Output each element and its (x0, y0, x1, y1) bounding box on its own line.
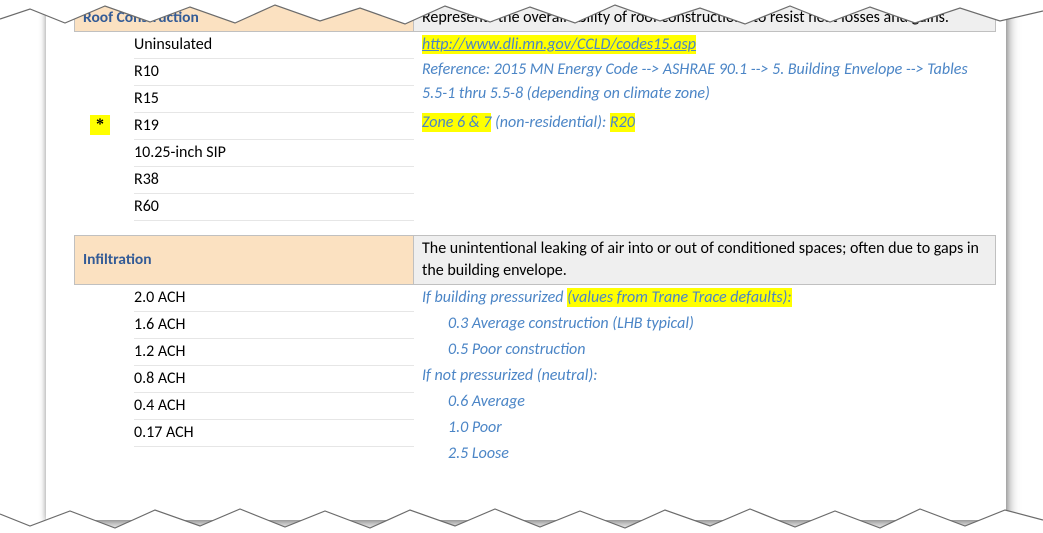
roof-note-reference: Reference: 2015 MN Energy Code --> ASHRA… (422, 58, 988, 106)
infiltration-option: 1.6 ACH (134, 312, 414, 339)
infiltration-note-avg2: 0.6 Average (422, 389, 988, 415)
infiltration-section-header: Infiltration The unintentional leaking o… (74, 235, 996, 285)
infiltration-body: 2.0 ACH 1.6 ACH 1.2 ACH 0.8 ACH 0.4 ACH … (74, 285, 996, 467)
page: Roof Construction Represents the overall… (0, 0, 1043, 533)
roof-option: R60 (134, 194, 414, 221)
content: Roof Construction Represents the overall… (74, 4, 996, 506)
roof-option-label: R19 (134, 116, 159, 135)
roof-note-link[interactable]: http://www.dli.mn.gov/CCLD/codes15.asp (422, 35, 696, 54)
infiltration-option: 0.17 ACH (134, 420, 414, 447)
infiltration-section-title: Infiltration (74, 235, 414, 285)
infiltration-notes: If building pressurized (values from Tra… (414, 285, 996, 467)
spacer (74, 221, 996, 235)
infiltration-option: 0.4 ACH (134, 393, 414, 420)
document-sheet: Roof Construction Represents the overall… (46, 0, 1006, 520)
infiltration-note-neutral: If not pressurized (neutral): (422, 363, 988, 389)
roof-option: R38 (134, 167, 414, 194)
infiltration-section-description: The unintentional leaking of air into or… (414, 235, 996, 285)
roof-section-title: Roof Construction (74, 4, 414, 32)
infiltration-note-line1b: (values from Trane Trace defaults): (567, 288, 792, 307)
selected-marker-icon: * (90, 115, 110, 135)
infiltration-option: 1.2 ACH (134, 339, 414, 366)
roof-note-zone-prefix: Zone 6 & 7 (422, 113, 491, 132)
roof-note-link-line: http://www.dli.mn.gov/CCLD/codes15.asp (422, 32, 988, 58)
infiltration-note-avg: 0.3 Average construction (LHB typical) (422, 311, 988, 337)
infiltration-options: 2.0 ACH 1.6 ACH 1.2 ACH 0.8 ACH 0.4 ACH … (74, 285, 414, 467)
roof-option: Uninsulated (134, 32, 414, 59)
infiltration-note-line1a: If building pressurized (422, 288, 567, 307)
infiltration-option: 0.8 ACH (134, 366, 414, 393)
roof-notes: http://www.dli.mn.gov/CCLD/codes15.asp R… (414, 32, 996, 221)
roof-section-header: Roof Construction Represents the overall… (74, 4, 996, 32)
roof-option: R15 (134, 86, 414, 113)
infiltration-note-loose: 2.5 Loose (422, 441, 988, 467)
infiltration-note-poor2: 1.0 Poor (422, 415, 988, 441)
roof-body: Uninsulated R10 R15 * R19 10.25-inch SIP… (74, 32, 996, 221)
infiltration-option: 2.0 ACH (134, 285, 414, 312)
roof-options: Uninsulated R10 R15 * R19 10.25-inch SIP… (74, 32, 414, 221)
roof-note-zone-mid: (non-residential): (491, 113, 610, 132)
infiltration-note-poor: 0.5 Poor construction (422, 337, 988, 363)
roof-option: 10.25-inch SIP (134, 140, 414, 167)
roof-note-zone-suffix: R20 (610, 113, 635, 132)
roof-note-zone: Zone 6 & 7 (non-residential): R20 (422, 110, 988, 136)
infiltration-note-pressurized: If building pressurized (values from Tra… (422, 285, 988, 311)
roof-option-selected: * R19 (134, 113, 414, 140)
roof-section-description: Represents the overall ability of roof c… (414, 4, 996, 32)
roof-option: R10 (134, 59, 414, 86)
